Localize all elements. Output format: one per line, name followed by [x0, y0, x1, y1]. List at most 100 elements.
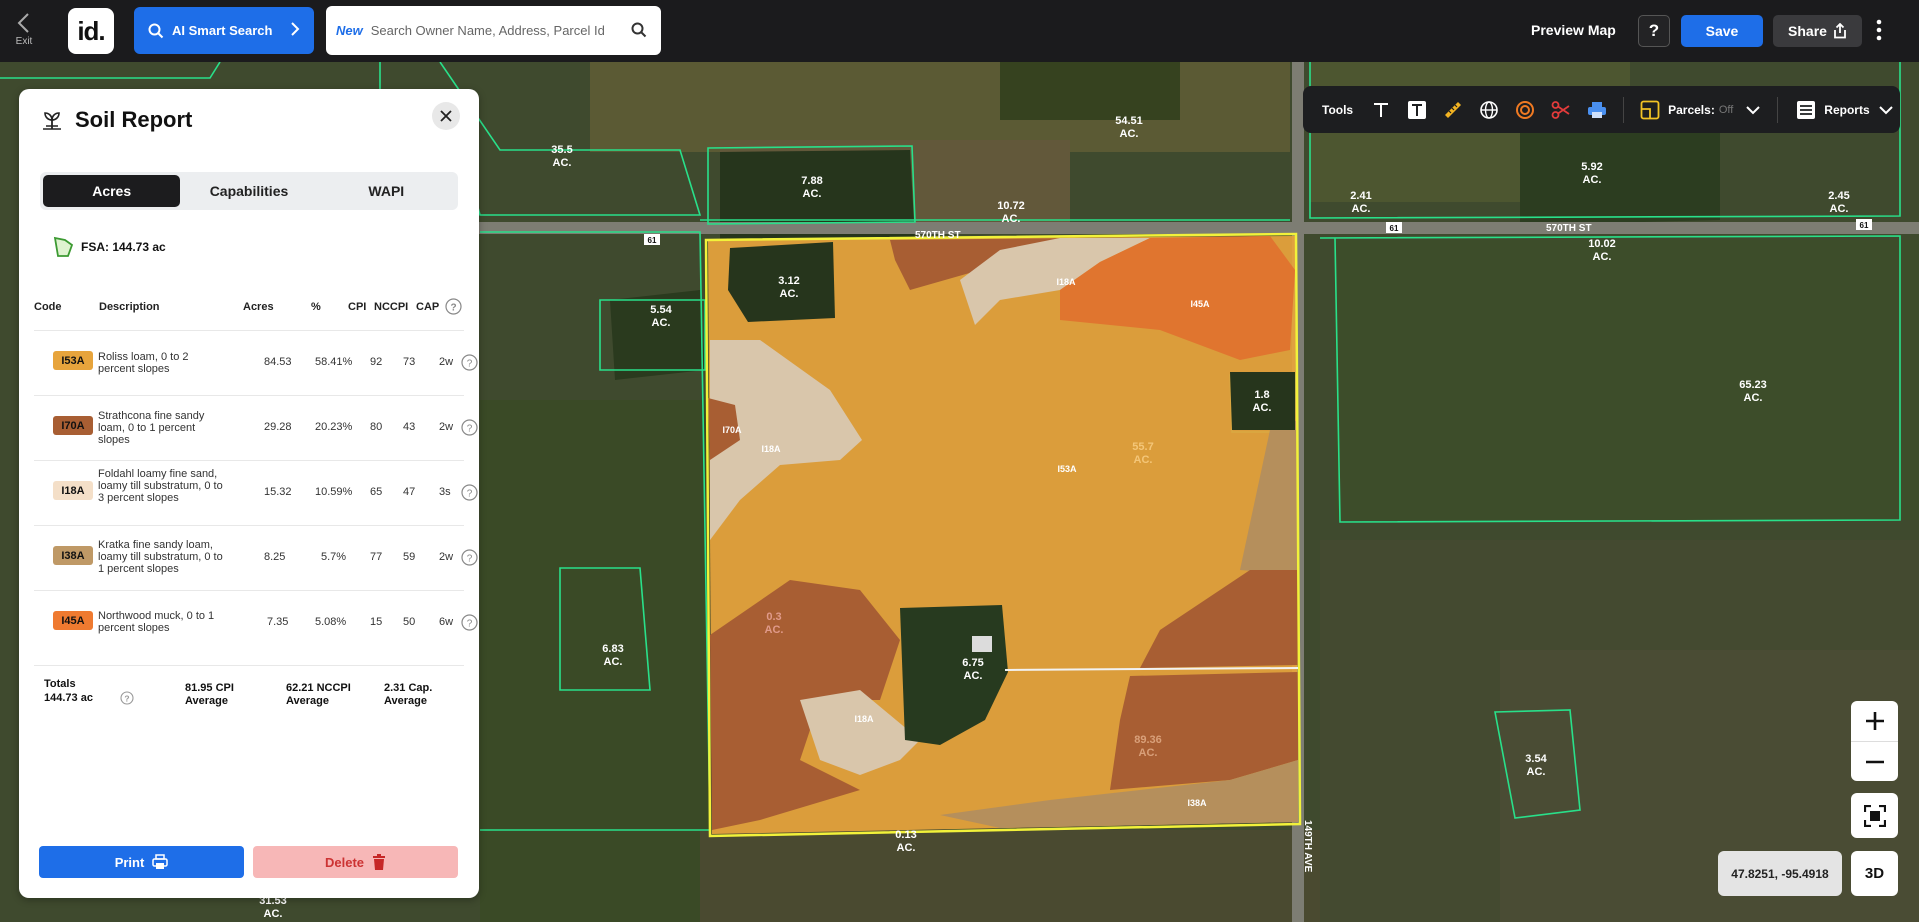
globe-tool[interactable] [1471, 95, 1507, 125]
soil-label: I45A [1190, 299, 1210, 309]
soil-acres: 7.35 [267, 616, 289, 628]
more-options-icon[interactable] [1876, 19, 1882, 41]
zoom-control [1851, 701, 1898, 781]
fit-bounds-button[interactable] [1851, 793, 1898, 838]
col-acres: Acres [243, 301, 274, 313]
col-cpi: CPI [348, 301, 367, 313]
soil-label: I53A [1057, 464, 1077, 474]
search-box: New [326, 6, 661, 55]
minus-icon [1865, 760, 1884, 764]
soil-cap: 2w [439, 421, 454, 433]
tab-wapi[interactable]: WAPI [318, 175, 455, 207]
parcels-layer-tool[interactable] [1632, 95, 1668, 125]
zoom-in-button[interactable] [1851, 701, 1898, 742]
print-tool[interactable] [1579, 95, 1615, 125]
search-input[interactable] [368, 22, 633, 39]
soil-percent: 5.7% [321, 551, 347, 563]
text-box-tool[interactable] [1399, 95, 1435, 125]
close-button[interactable] [432, 102, 460, 130]
soil-percent: 20.23% [315, 421, 353, 433]
fsa-summary: FSA: 144.73 ac [52, 236, 166, 258]
col-nccpi: NCCPI [374, 301, 409, 313]
text-tool[interactable] [1363, 95, 1399, 125]
panel-header: Soil Report [41, 107, 192, 133]
parcels-label: Parcels: [1668, 102, 1715, 117]
delete-button[interactable]: Delete [253, 846, 458, 878]
measure-tool[interactable] [1435, 95, 1471, 125]
table-row[interactable]: I18A Foldahl loamy fine sand, loamy till… [34, 460, 478, 525]
totals-nccpi-average: Average [286, 695, 330, 707]
preview-map-link[interactable]: Preview Map [1531, 22, 1616, 38]
soil-cpi: 15 [370, 616, 383, 628]
print-label: Print [114, 854, 145, 870]
exit-button[interactable]: Exit [6, 10, 42, 47]
soil-acres: 84.53 [264, 356, 292, 368]
help-icon[interactable]: ? [445, 298, 462, 315]
chevron-down-icon [1878, 105, 1893, 114]
road-label: 61 [648, 236, 657, 245]
soil-map [704, 232, 1302, 838]
road-label: 570TH ST [1546, 223, 1592, 234]
svg-text:?: ? [467, 359, 473, 370]
print-button[interactable]: Print [39, 846, 244, 878]
soil-cpi: 92 [370, 356, 383, 368]
soil-nccpi: 59 [403, 551, 416, 563]
acre-label: 2.41 AC. [1350, 190, 1371, 215]
tools-label: Tools [1322, 102, 1354, 117]
panel-title: Soil Report [75, 107, 193, 132]
tab-acres[interactable]: Acres [43, 175, 181, 207]
globe-icon [1480, 100, 1498, 119]
zoom-out-button[interactable] [1851, 742, 1898, 781]
totals-cpi: 81.95 CPI [185, 682, 234, 694]
acre-label: 35.5 AC. [551, 144, 572, 169]
soil-description: Strathcona fine sandy loam, 0 to 1 perce… [98, 410, 205, 446]
chevron-left-icon [17, 13, 29, 33]
trash-icon [373, 854, 386, 870]
help-button[interactable]: ? [1638, 15, 1670, 47]
table-row[interactable]: I70A Strathcona fine sandy loam, 0 to 1 … [34, 395, 478, 460]
share-icon [1834, 23, 1846, 39]
scissors-icon [1551, 100, 1570, 119]
search-icon[interactable] [631, 22, 647, 38]
soil-cap: 2w [439, 356, 454, 368]
split-tool[interactable] [1543, 95, 1579, 125]
help-icon[interactable]: ? [461, 354, 478, 371]
tab-capabilities[interactable]: Capabilities [180, 175, 317, 207]
totals-row: Totals 144.73 ac ? 81.95 CPI Average 62.… [34, 665, 464, 707]
help-icon[interactable]: ? [461, 484, 478, 501]
soil-description: Roliss loam, 0 to 2 percent slopes [98, 351, 189, 375]
soil-percent: 58.41% [315, 356, 353, 368]
acre-label: 0.13 AC. [895, 829, 916, 854]
radius-tool[interactable] [1507, 95, 1543, 125]
help-icon[interactable]: ? [461, 549, 478, 566]
acre-label: 6.75 AC. [962, 657, 983, 682]
acre-label: 5.54 AC. [650, 304, 672, 329]
table-row[interactable]: I53A Roliss loam, 0 to 2 percent slopes … [34, 330, 478, 395]
help-icon[interactable]: ? [461, 614, 478, 631]
totals-nccpi: 62.21 NCCPI [286, 682, 351, 694]
coordinates-readout: 47.8251, -95.4918 [1718, 851, 1842, 896]
table-row[interactable]: I45A Northwood muck, 0 to 1 percent slop… [34, 590, 478, 655]
tree-patch [1520, 120, 1720, 225]
parcels-toggle[interactable]: Parcels: Off [1668, 103, 1761, 117]
tools-bar: Tools Parcels: Off Reports [1303, 86, 1900, 133]
reports-dropdown[interactable]: Reports [1796, 100, 1893, 120]
parcels-state: Off [1718, 103, 1734, 116]
help-icon[interactable]: ? [461, 419, 478, 436]
acre-label: 0.3 AC. [765, 611, 784, 636]
ai-smart-search-label: AI Smart Search [172, 23, 273, 38]
acre-label: 5.92 AC. [1581, 161, 1602, 186]
soil-acres: 15.32 [264, 486, 292, 498]
app-logo[interactable]: id. [68, 8, 114, 54]
acre-label: 3.12 AC. [778, 275, 799, 300]
ai-smart-search-button[interactable]: AI Smart Search [134, 7, 314, 54]
printer-icon [1588, 101, 1607, 118]
table-row[interactable]: I38A Kratka fine sandy loam, loamy till … [34, 525, 478, 590]
farmstead [972, 636, 992, 652]
3d-view-button[interactable]: 3D [1851, 851, 1898, 896]
svg-text:?: ? [124, 693, 129, 703]
woodlot [1230, 372, 1295, 430]
save-button[interactable]: Save [1681, 15, 1763, 47]
share-button[interactable]: Share [1773, 15, 1862, 47]
help-icon[interactable]: ? [120, 691, 134, 705]
